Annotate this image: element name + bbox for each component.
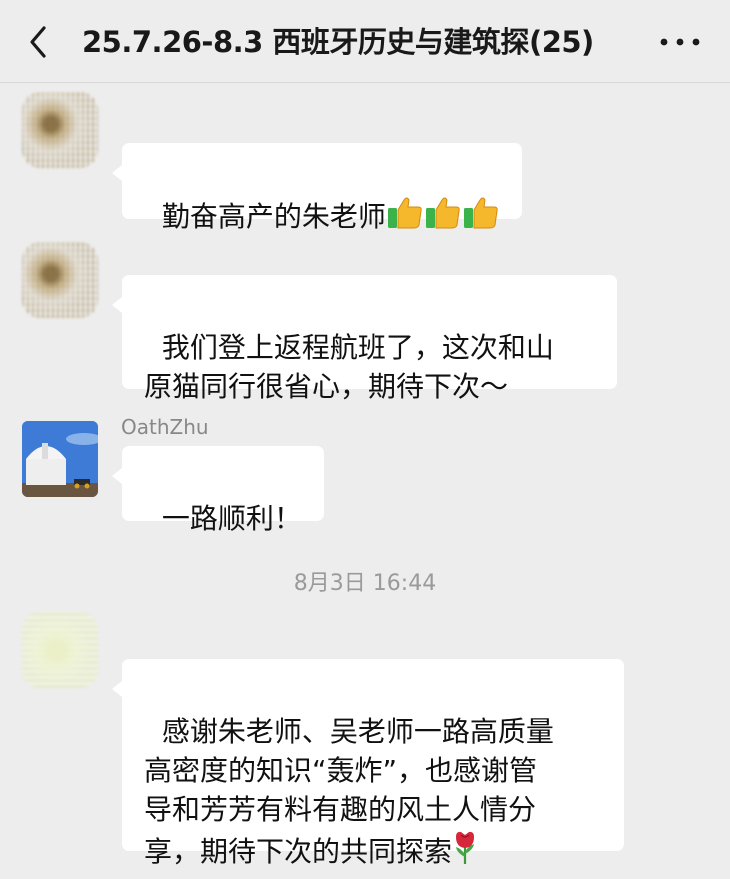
ellipsis-icon: [660, 38, 700, 46]
rose-icon: [452, 829, 478, 875]
message-text: 一路顺利！: [161, 502, 302, 535]
avatar[interactable]: [22, 242, 98, 318]
member-count: (25): [528, 25, 594, 59]
avatar[interactable]: [22, 92, 98, 168]
message-timestamp: 8月3日 16:44: [293, 571, 437, 596]
avatar[interactable]: [22, 612, 98, 688]
more-button[interactable]: [656, 30, 704, 54]
sender-name: OathZhu: [121, 415, 209, 439]
message-bubble[interactable]: 一路顺利！: [112, 446, 324, 535]
back-button[interactable]: [22, 22, 58, 62]
chat-header: 25.7.26-8.3 西班牙历史与建筑探(25): [0, 0, 730, 83]
thumbs-up-icon: [462, 196, 500, 240]
group-name: 25.7.26-8.3 西班牙历史与建筑探: [82, 25, 529, 59]
message-bubble[interactable]: 勤奋高产的朱老师: [112, 143, 522, 233]
message-bubble[interactable]: 感谢朱老师、吴老师一路高质量 高密度的知识“轰炸”，也感谢管 导和芳芳有料有趣的…: [112, 659, 624, 868]
thumbs-up-icon: [424, 196, 462, 240]
thumbs-up-icon: [386, 196, 424, 240]
message-text: 感谢朱老师、吴老师一路高质量 高密度的知识“轰炸”，也感谢管 导和芳芳有料有趣的…: [144, 715, 554, 868]
chevron-left-icon: [30, 26, 46, 58]
avatar[interactable]: [22, 421, 98, 497]
message-text: 勤奋高产的朱老师: [161, 200, 386, 233]
observatory-photo: [22, 421, 98, 497]
message-bubble[interactable]: 我们登上返程航班了，这次和山 原猫同行很省心，期待下次～: [112, 275, 617, 403]
message-text: 我们登上返程航班了，这次和山 原猫同行很省心，期待下次～: [144, 331, 554, 403]
chat-title: 25.7.26-8.3 西班牙历史与建筑探(25): [82, 22, 596, 62]
